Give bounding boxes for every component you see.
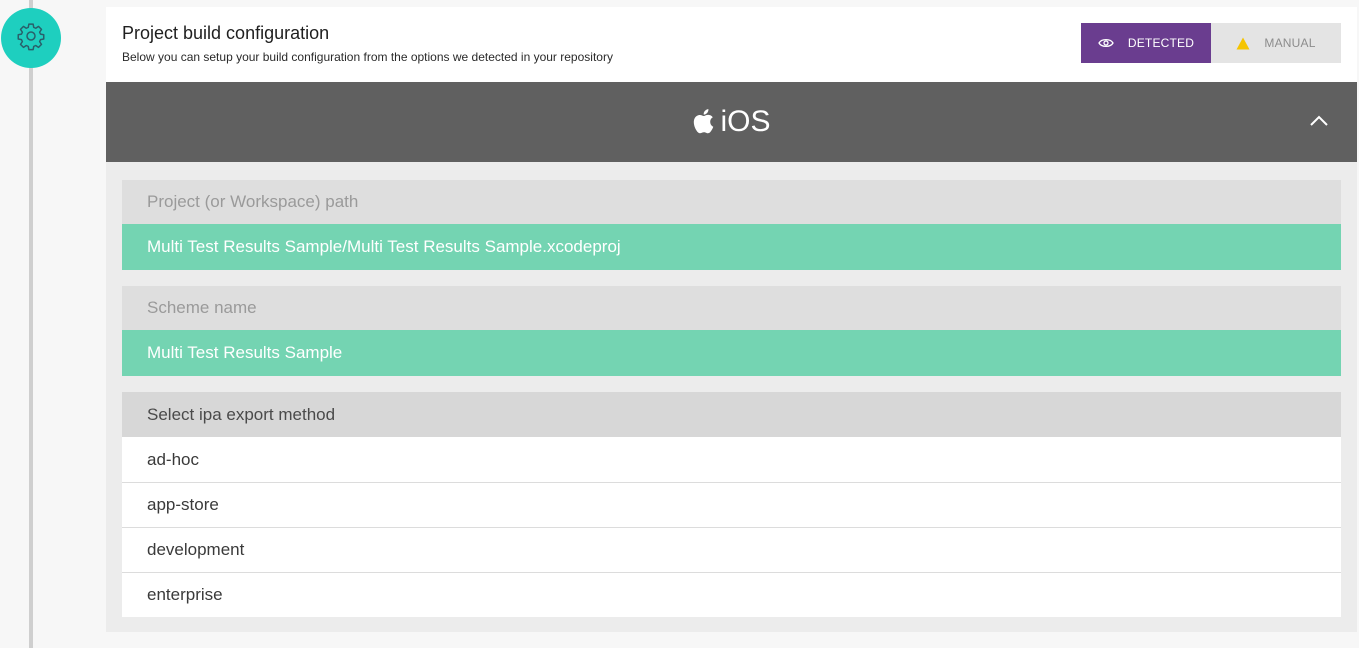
export-method-options: ad-hoc app-store development enterprise bbox=[122, 437, 1341, 617]
detected-label: DETECTED bbox=[1127, 36, 1195, 50]
collapse-button[interactable] bbox=[1309, 112, 1329, 132]
project-path-value[interactable]: Multi Test Results Sample/Multi Test Res… bbox=[122, 224, 1341, 270]
platform-bar[interactable]: iOS bbox=[106, 82, 1357, 162]
export-method-field: Select ipa export method ad-hoc app-stor… bbox=[122, 392, 1341, 617]
gear-icon bbox=[16, 21, 46, 56]
export-option-development[interactable]: development bbox=[122, 527, 1341, 572]
page-subtitle: Below you can setup your build configura… bbox=[122, 50, 613, 64]
step-indicator bbox=[1, 8, 61, 68]
scheme-value[interactable]: Multi Test Results Sample bbox=[122, 330, 1341, 376]
detected-button[interactable]: DETECTED bbox=[1081, 23, 1211, 63]
platform-title: iOS bbox=[692, 105, 771, 139]
export-option-ad-hoc[interactable]: ad-hoc bbox=[122, 437, 1341, 482]
page-title: Project build configuration bbox=[122, 23, 330, 43]
eye-icon bbox=[1098, 37, 1114, 49]
export-option-enterprise[interactable]: enterprise bbox=[122, 572, 1341, 617]
chevron-up-icon bbox=[1310, 113, 1328, 131]
manual-button[interactable]: MANUAL bbox=[1211, 23, 1341, 63]
warning-icon bbox=[1236, 37, 1250, 50]
project-path-label: Project (or Workspace) path bbox=[122, 180, 1341, 224]
export-option-app-store[interactable]: app-store bbox=[122, 482, 1341, 527]
scheme-field: Scheme name Multi Test Results Sample bbox=[122, 286, 1341, 376]
manual-label: MANUAL bbox=[1264, 36, 1316, 50]
export-method-label: Select ipa export method bbox=[122, 392, 1341, 437]
timeline-line bbox=[29, 0, 33, 648]
card-header: Project build configuration Below you ca… bbox=[106, 7, 1357, 82]
mode-toggle: DETECTED MANUAL bbox=[1081, 23, 1341, 63]
scheme-label: Scheme name bbox=[122, 286, 1341, 330]
platform-name: iOS bbox=[720, 105, 771, 138]
project-path-field: Project (or Workspace) path Multi Test R… bbox=[122, 180, 1341, 270]
apple-icon bbox=[692, 108, 714, 134]
build-config-card: Project build configuration Below you ca… bbox=[106, 7, 1357, 632]
